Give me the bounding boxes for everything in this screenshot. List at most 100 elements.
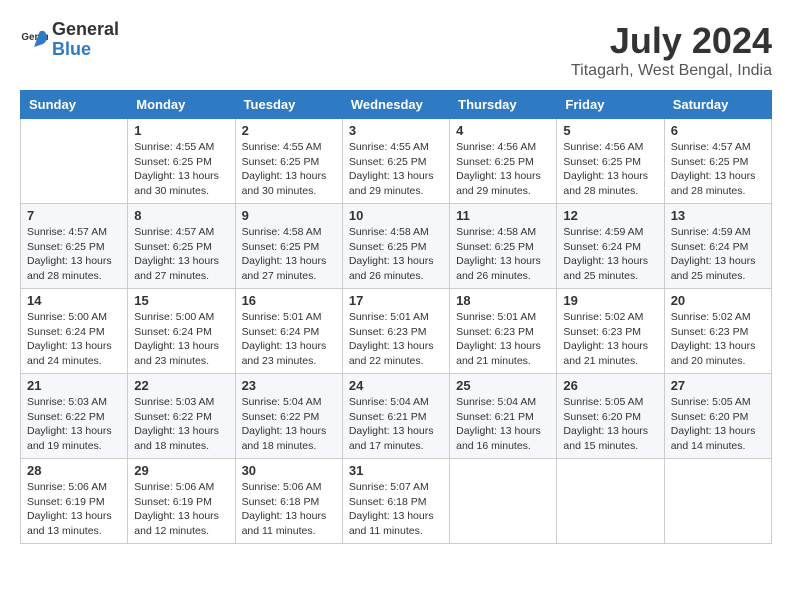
logo-blue: Blue: [52, 40, 119, 60]
sunset: Sunset: 6:20 PM: [563, 411, 641, 423]
day-info: Sunrise: 4:57 AM Sunset: 6:25 PM Dayligh…: [671, 140, 765, 199]
day-info: Sunrise: 5:02 AM Sunset: 6:23 PM Dayligh…: [563, 310, 657, 369]
header-tuesday: Tuesday: [235, 91, 342, 119]
header-saturday: Saturday: [664, 91, 771, 119]
day-number: 29: [134, 463, 228, 478]
calendar-cell-w3-d5: 19 Sunrise: 5:02 AM Sunset: 6:23 PM Dayl…: [557, 289, 664, 374]
calendar-cell-w2-d3: 10 Sunrise: 4:58 AM Sunset: 6:25 PM Dayl…: [342, 204, 449, 289]
day-number: 3: [349, 123, 443, 138]
day-info: Sunrise: 4:55 AM Sunset: 6:25 PM Dayligh…: [134, 140, 228, 199]
day-number: 18: [456, 293, 550, 308]
day-number: 17: [349, 293, 443, 308]
sunset: Sunset: 6:23 PM: [671, 326, 749, 338]
sunrise: Sunrise: 5:04 AM: [242, 396, 322, 408]
daylight: Daylight: 13 hours and 16 minutes.: [456, 425, 541, 452]
day-number: 19: [563, 293, 657, 308]
calendar-cell-w1-d2: 2 Sunrise: 4:55 AM Sunset: 6:25 PM Dayli…: [235, 119, 342, 204]
day-info: Sunrise: 5:00 AM Sunset: 6:24 PM Dayligh…: [134, 310, 228, 369]
sunset: Sunset: 6:25 PM: [456, 241, 534, 253]
calendar-cell-w3-d0: 14 Sunrise: 5:00 AM Sunset: 6:24 PM Dayl…: [21, 289, 128, 374]
daylight: Daylight: 13 hours and 22 minutes.: [349, 340, 434, 367]
daylight: Daylight: 13 hours and 28 minutes.: [563, 170, 648, 197]
day-number: 4: [456, 123, 550, 138]
day-info: Sunrise: 4:59 AM Sunset: 6:24 PM Dayligh…: [563, 225, 657, 284]
sunrise: Sunrise: 4:59 AM: [563, 226, 643, 238]
daylight: Daylight: 13 hours and 19 minutes.: [27, 425, 112, 452]
calendar-cell-w3-d2: 16 Sunrise: 5:01 AM Sunset: 6:24 PM Dayl…: [235, 289, 342, 374]
sunrise: Sunrise: 4:57 AM: [671, 141, 751, 153]
calendar-cell-w3-d3: 17 Sunrise: 5:01 AM Sunset: 6:23 PM Dayl…: [342, 289, 449, 374]
daylight: Daylight: 13 hours and 28 minutes.: [671, 170, 756, 197]
day-info: Sunrise: 5:04 AM Sunset: 6:22 PM Dayligh…: [242, 395, 336, 454]
sunset: Sunset: 6:23 PM: [456, 326, 534, 338]
day-number: 13: [671, 208, 765, 223]
day-info: Sunrise: 5:04 AM Sunset: 6:21 PM Dayligh…: [349, 395, 443, 454]
sunrise: Sunrise: 5:03 AM: [27, 396, 107, 408]
week-row-2: 7 Sunrise: 4:57 AM Sunset: 6:25 PM Dayli…: [21, 204, 772, 289]
sunset: Sunset: 6:23 PM: [563, 326, 641, 338]
daylight: Daylight: 13 hours and 26 minutes.: [349, 255, 434, 282]
day-number: 8: [134, 208, 228, 223]
sunrise: Sunrise: 5:06 AM: [134, 481, 214, 493]
day-info: Sunrise: 4:58 AM Sunset: 6:25 PM Dayligh…: [456, 225, 550, 284]
sunrise: Sunrise: 5:07 AM: [349, 481, 429, 493]
sunset: Sunset: 6:25 PM: [456, 156, 534, 168]
daylight: Daylight: 13 hours and 23 minutes.: [134, 340, 219, 367]
week-row-5: 28 Sunrise: 5:06 AM Sunset: 6:19 PM Dayl…: [21, 459, 772, 544]
day-info: Sunrise: 5:03 AM Sunset: 6:22 PM Dayligh…: [27, 395, 121, 454]
sunrise: Sunrise: 4:55 AM: [242, 141, 322, 153]
day-info: Sunrise: 5:05 AM Sunset: 6:20 PM Dayligh…: [563, 395, 657, 454]
sunrise: Sunrise: 5:06 AM: [27, 481, 107, 493]
sunset: Sunset: 6:25 PM: [134, 156, 212, 168]
sunset: Sunset: 6:22 PM: [134, 411, 212, 423]
sunrise: Sunrise: 5:03 AM: [134, 396, 214, 408]
calendar-cell-w4-d0: 21 Sunrise: 5:03 AM Sunset: 6:22 PM Dayl…: [21, 374, 128, 459]
sunrise: Sunrise: 5:02 AM: [671, 311, 751, 323]
sunrise: Sunrise: 4:58 AM: [456, 226, 536, 238]
day-number: 21: [27, 378, 121, 393]
month-title: July 2024: [571, 20, 772, 62]
calendar-cell-w3-d4: 18 Sunrise: 5:01 AM Sunset: 6:23 PM Dayl…: [450, 289, 557, 374]
day-info: Sunrise: 4:57 AM Sunset: 6:25 PM Dayligh…: [27, 225, 121, 284]
day-info: Sunrise: 5:07 AM Sunset: 6:18 PM Dayligh…: [349, 480, 443, 539]
sunrise: Sunrise: 5:05 AM: [671, 396, 751, 408]
calendar-cell-w5-d2: 30 Sunrise: 5:06 AM Sunset: 6:18 PM Dayl…: [235, 459, 342, 544]
sunrise: Sunrise: 4:58 AM: [349, 226, 429, 238]
sunset: Sunset: 6:25 PM: [134, 241, 212, 253]
daylight: Daylight: 13 hours and 26 minutes.: [456, 255, 541, 282]
daylight: Daylight: 13 hours and 13 minutes.: [27, 510, 112, 537]
header-friday: Friday: [557, 91, 664, 119]
day-number: 15: [134, 293, 228, 308]
logo: General General Blue: [20, 20, 119, 60]
daylight: Daylight: 13 hours and 29 minutes.: [456, 170, 541, 197]
day-info: Sunrise: 5:00 AM Sunset: 6:24 PM Dayligh…: [27, 310, 121, 369]
calendar-cell-w5-d0: 28 Sunrise: 5:06 AM Sunset: 6:19 PM Dayl…: [21, 459, 128, 544]
sunset: Sunset: 6:21 PM: [456, 411, 534, 423]
sunrise: Sunrise: 5:06 AM: [242, 481, 322, 493]
sunrise: Sunrise: 5:01 AM: [349, 311, 429, 323]
sunrise: Sunrise: 4:55 AM: [349, 141, 429, 153]
sunset: Sunset: 6:25 PM: [242, 156, 320, 168]
calendar-cell-w2-d6: 13 Sunrise: 4:59 AM Sunset: 6:24 PM Dayl…: [664, 204, 771, 289]
day-info: Sunrise: 4:56 AM Sunset: 6:25 PM Dayligh…: [456, 140, 550, 199]
daylight: Daylight: 13 hours and 20 minutes.: [671, 340, 756, 367]
sunrise: Sunrise: 5:04 AM: [456, 396, 536, 408]
daylight: Daylight: 13 hours and 24 minutes.: [27, 340, 112, 367]
calendar-cell-w5-d4: [450, 459, 557, 544]
daylight: Daylight: 13 hours and 21 minutes.: [456, 340, 541, 367]
logo-general: General: [52, 20, 119, 40]
week-row-1: 1 Sunrise: 4:55 AM Sunset: 6:25 PM Dayli…: [21, 119, 772, 204]
daylight: Daylight: 13 hours and 25 minutes.: [563, 255, 648, 282]
day-number: 10: [349, 208, 443, 223]
day-number: 25: [456, 378, 550, 393]
location-title: Titagarh, West Bengal, India: [571, 62, 772, 80]
day-info: Sunrise: 4:58 AM Sunset: 6:25 PM Dayligh…: [242, 225, 336, 284]
day-number: 16: [242, 293, 336, 308]
day-number: 14: [27, 293, 121, 308]
daylight: Daylight: 13 hours and 11 minutes.: [242, 510, 327, 537]
calendar-cell-w3-d1: 15 Sunrise: 5:00 AM Sunset: 6:24 PM Dayl…: [128, 289, 235, 374]
day-number: 28: [27, 463, 121, 478]
calendar-cell-w2-d0: 7 Sunrise: 4:57 AM Sunset: 6:25 PM Dayli…: [21, 204, 128, 289]
day-number: 22: [134, 378, 228, 393]
daylight: Daylight: 13 hours and 14 minutes.: [671, 425, 756, 452]
